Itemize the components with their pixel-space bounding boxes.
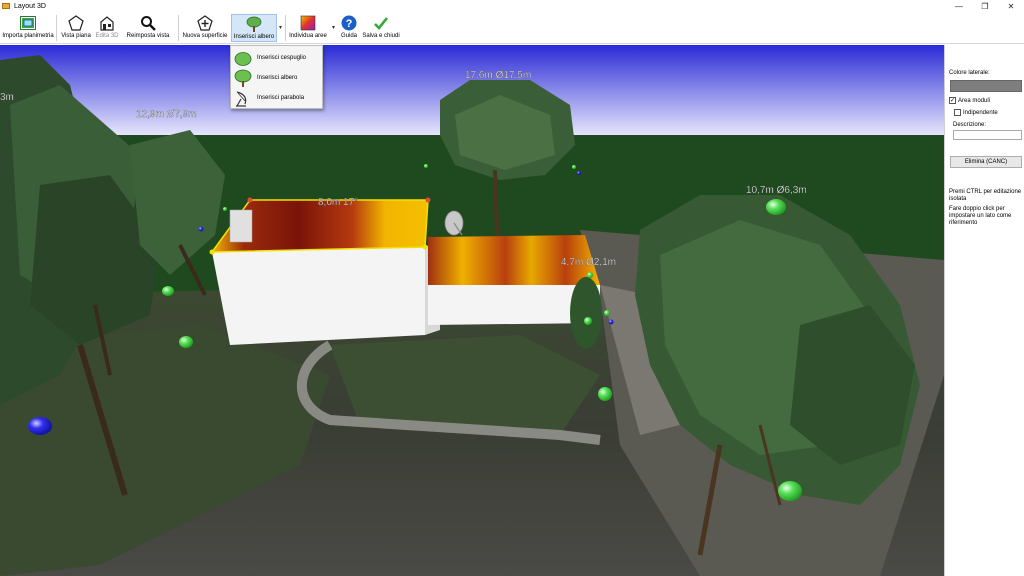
house-main: [209, 197, 440, 345]
measure-label-tree-center: 17,6m Ø17,5m: [465, 70, 531, 81]
tree-icon: [246, 16, 262, 32]
minimize-button[interactable]: —: [946, 0, 972, 12]
menu-item-inserisci-cespuglio[interactable]: Inserisci cespuglio: [231, 48, 322, 68]
guida-button[interactable]: ? Guida: [338, 14, 360, 42]
hint-ctrl: Premi CTRL per editazione isolata: [949, 189, 1022, 202]
handle-blue: [28, 417, 52, 435]
descrizione-input[interactable]: [953, 130, 1022, 140]
handle-green: [604, 310, 610, 316]
vista-piana-label: Vista piana: [61, 33, 91, 39]
handle-green: [598, 387, 612, 401]
measure-label-tree-right: 10,7m Ø6,3m: [746, 185, 807, 196]
handle-green: [223, 207, 227, 211]
handle-blue: [198, 226, 204, 232]
colore-laterale-swatch[interactable]: [950, 80, 1022, 92]
importa-planimetria-button[interactable]: Importa planimetria: [2, 14, 54, 42]
measure-label-roof-annex: 4,7m Ø2,1m: [561, 257, 616, 268]
toolbar-separator: [178, 15, 179, 41]
checkbox-checked-icon: ✓: [949, 97, 956, 104]
importa-planimetria-label: Importa planimetria: [2, 33, 54, 39]
app-icon: [2, 3, 10, 9]
menu-item-inserisci-parabola[interactable]: Inserisci parabola: [231, 88, 322, 108]
handle-green: [162, 286, 174, 296]
edita-3d-button[interactable]: Edita 3D: [94, 14, 120, 42]
inserisci-dropdown-menu: Inserisci cespuglio Inserisci albero Ins…: [230, 45, 323, 109]
salva-e-chiudi-label: Salva e chiudi: [362, 33, 400, 39]
handle-green: [572, 165, 576, 169]
measure-label-roof-main: 8,0m 17°: [318, 197, 358, 208]
vista-piana-button[interactable]: Vista piana: [59, 14, 93, 42]
menu-item-label: Inserisci cespuglio: [257, 55, 307, 61]
window-title: Layout 3D: [14, 2, 46, 10]
handle-green: [424, 164, 428, 168]
handle-blue: [608, 319, 614, 325]
handle-green: [587, 272, 593, 278]
satellite-dish-icon: [233, 89, 253, 107]
handle-green: [179, 336, 193, 348]
menu-item-label: Inserisci albero: [257, 75, 298, 81]
reimposta-vista-button[interactable]: Reimposta vista: [124, 14, 172, 42]
magnifier-icon: [140, 15, 156, 31]
inserisci-albero-dropdown-arrow[interactable]: ▾: [279, 24, 282, 31]
add-surface-icon: [197, 15, 213, 31]
window-controls: — ❐ ✕: [946, 0, 1024, 12]
pentagon-outline-icon: [68, 15, 84, 31]
floorplan-image-icon: [20, 15, 36, 31]
nuova-superficie-label: Nuova superficie: [182, 33, 228, 39]
area-moduli-label: Area moduli: [958, 97, 991, 104]
individua-aree-dropdown-arrow[interactable]: ▾: [332, 24, 335, 31]
inserisci-albero-label: Inserisci albero: [233, 34, 275, 40]
handle-green: [584, 317, 592, 325]
bush-icon: [233, 49, 253, 67]
individua-aree-button[interactable]: Individua aree: [288, 14, 328, 42]
svg-text:?: ?: [346, 18, 353, 30]
toolbar-separator: [56, 15, 57, 41]
checkmark-icon: [373, 15, 389, 31]
indipendente-checkbox[interactable]: Indipendente: [954, 109, 998, 116]
area-moduli-checkbox[interactable]: ✓ Area moduli: [949, 97, 990, 104]
colore-laterale-label: Colore laterale:: [949, 70, 990, 76]
handle-green: [766, 199, 786, 215]
hint-double-click: Fare doppio click per impostare un lato …: [949, 206, 1012, 226]
guida-label: Guida: [340, 33, 357, 39]
handle-green: [778, 481, 802, 501]
descrizione-label: Descrizione:: [953, 122, 987, 128]
toolbar-separator: [285, 15, 286, 41]
checkbox-unchecked-icon: [954, 109, 961, 116]
menu-item-label: Inserisci parabola: [257, 95, 305, 101]
properties-panel: Colore laterale: ✓ Area moduli Indipende…: [944, 45, 1024, 576]
gradient-area-icon: [300, 15, 316, 31]
edita-3d-label: Edita 3D: [95, 33, 119, 39]
elimina-button[interactable]: Elimina (CANC): [950, 156, 1022, 168]
bush: [570, 277, 602, 349]
indipendente-label: Indipendente: [963, 109, 998, 116]
individua-aree-label: Individua aree: [289, 33, 327, 39]
restore-button[interactable]: ❐: [972, 0, 998, 12]
toolbar: Importa planimetria Vista piana Edita 3D…: [0, 12, 1024, 44]
salva-e-chiudi-button[interactable]: Salva e chiudi: [362, 14, 400, 42]
measure-label-tree-left: 12,9m Ø7,9m: [136, 109, 197, 120]
handle-blue: [577, 171, 581, 175]
close-button[interactable]: ✕: [998, 0, 1024, 12]
help-icon: ?: [341, 15, 357, 31]
house-3d-icon: [99, 15, 115, 31]
menu-item-inserisci-albero[interactable]: Inserisci albero: [231, 68, 322, 88]
inserisci-albero-button[interactable]: Inserisci albero: [231, 14, 277, 42]
measure-label-left-edge: 3m: [0, 92, 14, 103]
tree-icon: [233, 69, 253, 87]
reimposta-vista-label: Reimposta vista: [126, 33, 170, 39]
title-bar: Layout 3D — ❐ ✕: [0, 0, 1024, 12]
3d-viewport[interactable]: 3m 12,9m Ø7,9m 17,6m Ø17,5m 8,0m 17° 4,7…: [0, 45, 944, 576]
nuova-superficie-button[interactable]: Nuova superficie: [182, 14, 228, 42]
